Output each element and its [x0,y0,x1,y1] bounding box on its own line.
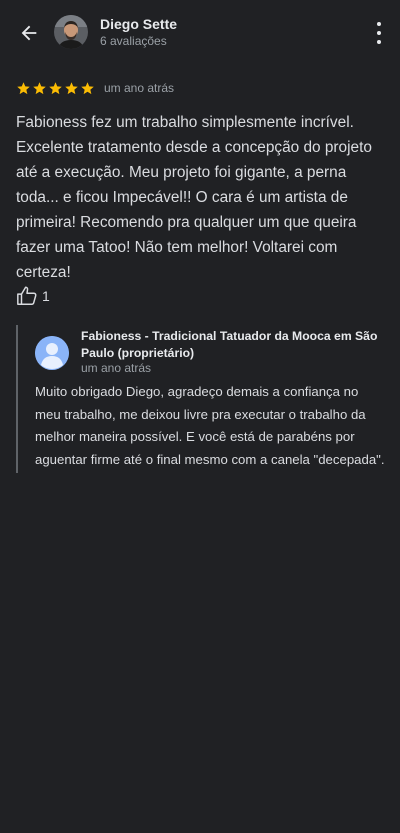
owner-avatar [35,336,69,370]
star-icon [81,81,94,94]
reviewer-review-count: 6 avaliações [100,34,167,48]
owner-reply: Fabioness - Tradicional Tatuador da Mooc… [16,325,390,473]
back-button[interactable] [14,18,44,48]
star-icon [49,81,62,94]
like-count: 1 [42,288,50,304]
reviewer-avatar[interactable] [54,15,88,49]
rating-row: um ano atrás [16,78,174,98]
like-button[interactable]: 1 [16,285,50,307]
more-options-button[interactable] [374,20,384,46]
star-icon [33,81,46,94]
reviewer-name[interactable]: Diego Sette [100,16,177,32]
review-text: Fabioness fez um trabalho simplesmente i… [16,114,372,281]
app-header: Diego Sette 6 avaliações [0,0,400,66]
arrow-back-icon [21,25,37,41]
owner-reply-time: um ano atrás [81,361,152,375]
star-icon [65,81,78,94]
star-rating [16,81,95,96]
star-icon [17,81,30,94]
more-vert-icon [377,22,381,26]
thumb-up-icon [17,286,37,305]
owner-reply-text: Muito obrigado Diego, agradeço demais a … [35,384,385,467]
owner-name: Fabioness - Tradicional Tatuador da Mooc… [81,329,378,360]
review-time: um ano atrás [104,81,175,95]
person-icon [35,336,69,370]
reviewer-photo [54,15,88,49]
